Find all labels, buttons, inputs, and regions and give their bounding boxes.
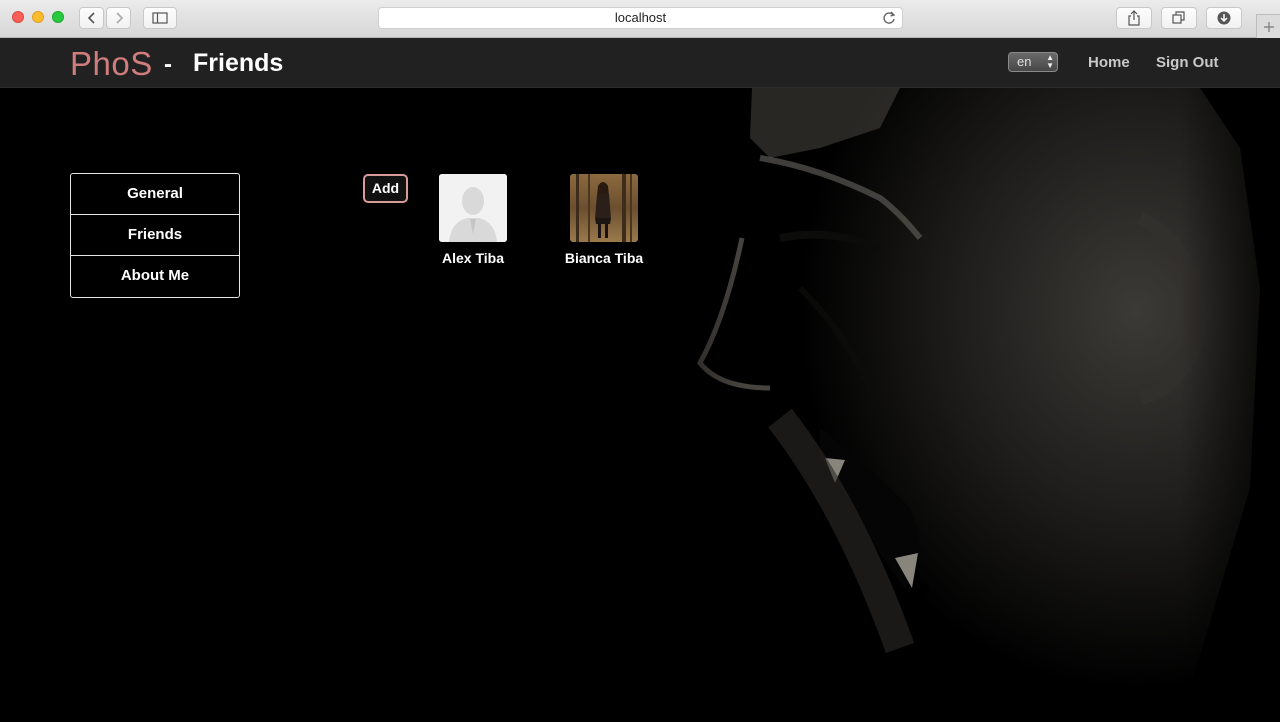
avatar[interactable] <box>439 174 507 242</box>
share-icon <box>1128 10 1140 26</box>
reload-icon[interactable] <box>882 10 896 32</box>
page-title: Friends <box>193 49 284 77</box>
title-separator: - <box>164 51 172 78</box>
friend-photo-image <box>570 174 638 242</box>
friend-name[interactable]: Bianca Tiba <box>554 250 654 266</box>
select-arrows-icon: ▲ ▼ <box>1046 53 1054 70</box>
language-selected: en <box>1017 54 1032 69</box>
plus-icon <box>1263 21 1274 32</box>
side-menu-item-about-me[interactable]: About Me <box>71 256 239 297</box>
forward-button[interactable] <box>106 7 131 29</box>
brand-logo[interactable]: PhoS <box>70 45 153 83</box>
settings-side-menu: General Friends About Me <box>70 173 240 298</box>
sidebar-icon <box>152 12 168 24</box>
zoom-window-button[interactable] <box>52 11 64 23</box>
sign-out-link[interactable]: Sign Out <box>1156 54 1219 71</box>
minimize-window-button[interactable] <box>32 11 44 23</box>
download-icon <box>1217 11 1231 25</box>
share-button[interactable] <box>1116 7 1152 29</box>
address-bar[interactable]: localhost <box>378 7 903 29</box>
language-select[interactable]: en ▲ ▼ <box>1008 52 1058 72</box>
default-user-silhouette-icon <box>439 174 507 242</box>
friend-name[interactable]: Alex Tiba <box>423 250 523 266</box>
site-navbar: PhoS - Friends en ▲ ▼ Home Sign Out <box>0 38 1280 88</box>
new-tab-button[interactable] <box>1256 14 1280 38</box>
chevron-left-icon <box>87 12 95 24</box>
downloads-button[interactable] <box>1206 7 1242 29</box>
chevron-right-icon <box>115 12 123 24</box>
sidebar-toggle-button[interactable] <box>143 7 177 29</box>
back-button[interactable] <box>79 7 104 29</box>
side-menu-item-friends[interactable]: Friends <box>71 215 239 256</box>
url-text: localhost <box>614 10 667 25</box>
browser-toolbar: localhost <box>0 0 1280 38</box>
side-menu-item-general[interactable]: General <box>71 174 239 215</box>
avatar[interactable] <box>570 174 638 242</box>
tabs-overview-button[interactable] <box>1161 7 1197 29</box>
add-friend-button[interactable]: Add <box>363 174 408 203</box>
friend-card[interactable]: Bianca Tiba <box>554 174 654 266</box>
close-window-button[interactable] <box>12 11 24 23</box>
tabs-icon <box>1172 11 1185 24</box>
friend-card[interactable]: Alex Tiba <box>423 174 523 266</box>
home-link[interactable]: Home <box>1088 54 1130 71</box>
